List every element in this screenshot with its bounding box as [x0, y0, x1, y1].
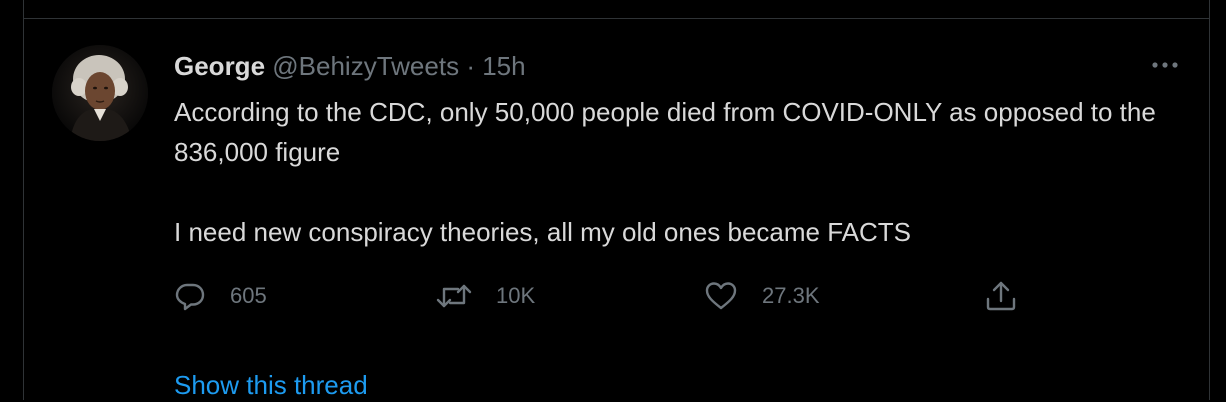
tweet-header: George @BehizyTweets · 15h — [174, 50, 526, 82]
tweet-text-paragraph-1: According to the CDC, only 50,000 people… — [174, 97, 1156, 167]
like-count: 27.3K — [762, 283, 820, 308]
portrait-avatar-icon — [52, 45, 148, 141]
reply-count: 605 — [230, 283, 267, 308]
tweet-timestamp[interactable]: 15h — [482, 51, 525, 81]
avatar[interactable] — [52, 45, 148, 141]
more-horizontal-icon — [1152, 62, 1178, 68]
show-thread-link[interactable]: Show this thread — [174, 368, 368, 402]
author-name[interactable]: George — [174, 51, 265, 81]
timeline-right-border — [1209, 0, 1210, 400]
more-options-button[interactable] — [1148, 56, 1184, 74]
share-icon — [986, 281, 1016, 311]
tweet-text: According to the CDC, only 50,000 people… — [174, 92, 1184, 252]
tweet-text-paragraph-2: I need new conspiracy theories, all my o… — [174, 217, 912, 247]
author-handle[interactable]: @BehizyTweets — [272, 51, 459, 81]
tweet-card[interactable]: George @BehizyTweets · 15h According to … — [0, 0, 1226, 400]
header-separator: · — [466, 51, 475, 81]
reply-icon — [175, 283, 205, 311]
retweet-icon — [436, 284, 472, 308]
reply-button[interactable]: 605 — [174, 276, 267, 316]
timeline-left-border — [23, 0, 24, 400]
share-button[interactable] — [984, 276, 1018, 316]
like-button[interactable]: 27.3K — [704, 276, 820, 316]
tweet-top-divider — [23, 18, 1210, 19]
retweet-count: 10K — [496, 283, 536, 308]
retweet-button[interactable]: 10K — [436, 276, 535, 316]
tweet-actions: 605 10K 27.3K — [174, 276, 1054, 316]
heart-icon — [705, 282, 737, 310]
